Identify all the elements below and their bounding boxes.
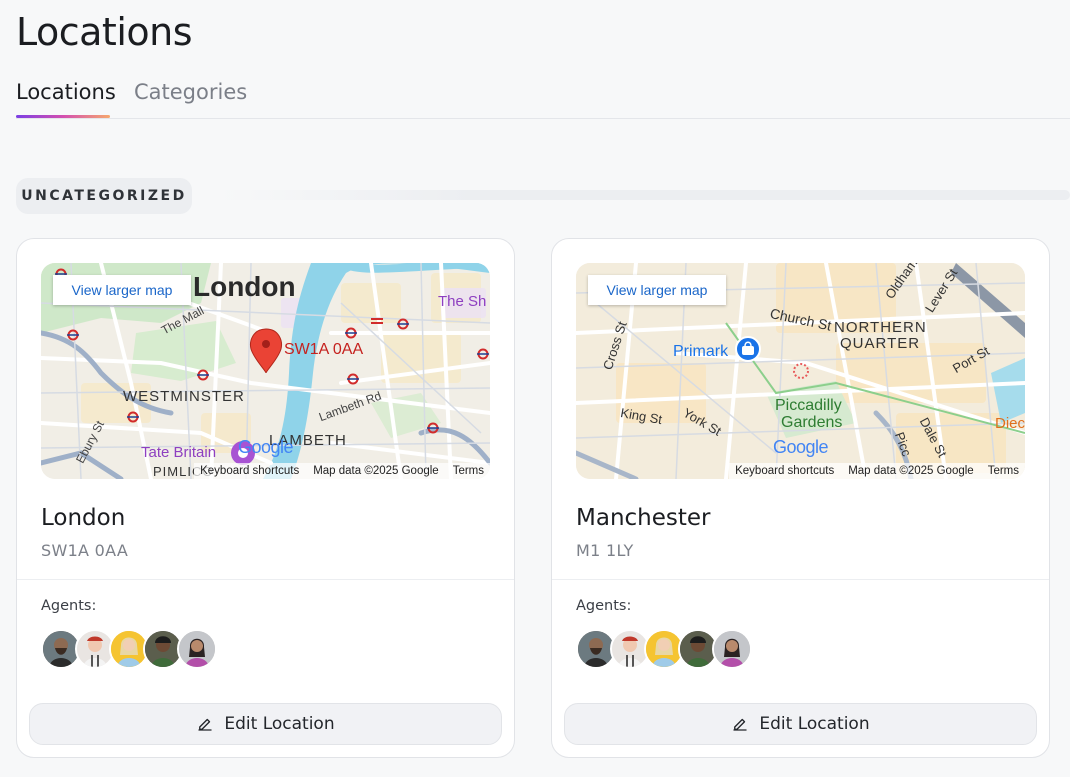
edit-location-label: Edit Location bbox=[224, 714, 335, 734]
pencil-icon bbox=[733, 718, 748, 731]
location-name: London bbox=[41, 505, 126, 531]
card-divider bbox=[17, 579, 514, 580]
edit-location-label: Edit Location bbox=[759, 714, 870, 734]
map-label-tate-britain: Tate Britain bbox=[141, 444, 217, 461]
map-data-text: Map data ©2025 Google bbox=[848, 465, 974, 477]
map-label-city: London bbox=[193, 271, 296, 302]
group-header: UNCATEGORIZED bbox=[16, 178, 1070, 214]
group-label: UNCATEGORIZED bbox=[16, 178, 192, 214]
map-footer: Keyboard shortcuts Map data ©2025 Google… bbox=[194, 463, 490, 479]
map-label-the-sh: The Sh bbox=[438, 293, 487, 310]
keyboard-shortcuts-link[interactable]: Keyboard shortcuts bbox=[200, 465, 299, 477]
avatar[interactable] bbox=[712, 629, 752, 669]
map-label-diec: Diec bbox=[995, 415, 1025, 432]
location-postcode: M1 1LY bbox=[576, 541, 634, 560]
agent-avatars bbox=[576, 629, 752, 671]
card-divider bbox=[552, 579, 1049, 580]
agent-avatars bbox=[41, 629, 217, 671]
tab-categories[interactable]: Categories bbox=[134, 80, 247, 104]
tab-bar: Locations Categories bbox=[16, 80, 1070, 119]
map-label-northern: NORTHERN bbox=[834, 319, 927, 336]
agents-label: Agents: bbox=[41, 598, 97, 614]
map-label-primark: Primark bbox=[673, 343, 729, 360]
view-larger-map-link[interactable]: View larger map bbox=[53, 275, 191, 305]
map-label-westminster: WESTMINSTER bbox=[123, 388, 245, 405]
map-marker-label: SW1A 0AA bbox=[284, 341, 364, 358]
location-postcode: SW1A 0AA bbox=[41, 541, 129, 560]
tab-locations[interactable]: Locations bbox=[16, 80, 116, 104]
map-label-gardens: Gardens bbox=[781, 414, 843, 431]
page-title: Locations bbox=[16, 10, 193, 54]
location-map-manchester[interactable]: Church St NORTHERN QUARTER Primark Picca… bbox=[576, 263, 1025, 479]
keyboard-shortcuts-link[interactable]: Keyboard shortcuts bbox=[735, 465, 834, 477]
edit-location-button[interactable]: Edit Location bbox=[29, 703, 502, 745]
avatar[interactable] bbox=[177, 629, 217, 669]
edit-location-button[interactable]: Edit Location bbox=[564, 703, 1037, 745]
map-footer: Keyboard shortcuts Map data ©2025 Google… bbox=[729, 463, 1025, 479]
location-card-manchester: Church St NORTHERN QUARTER Primark Picca… bbox=[551, 238, 1050, 758]
google-logo: Google bbox=[238, 437, 294, 457]
pencil-icon bbox=[198, 718, 213, 731]
group-divider bbox=[218, 190, 1070, 200]
map-label-quarter: QUARTER bbox=[840, 335, 921, 352]
location-card-london: London SW1A 0AA WESTMINSTER LAMBETH The … bbox=[16, 238, 515, 758]
location-name: Manchester bbox=[576, 505, 711, 531]
terms-link[interactable]: Terms bbox=[988, 465, 1019, 477]
google-logo: Google bbox=[773, 437, 829, 457]
terms-link[interactable]: Terms bbox=[453, 465, 484, 477]
tab-active-indicator bbox=[16, 115, 110, 118]
location-map-london[interactable]: London SW1A 0AA WESTMINSTER LAMBETH The … bbox=[41, 263, 490, 479]
map-label-piccadilly: Piccadilly bbox=[775, 397, 842, 414]
agents-label: Agents: bbox=[576, 598, 632, 614]
map-data-text: Map data ©2025 Google bbox=[313, 465, 439, 477]
view-larger-map-link[interactable]: View larger map bbox=[588, 275, 726, 305]
